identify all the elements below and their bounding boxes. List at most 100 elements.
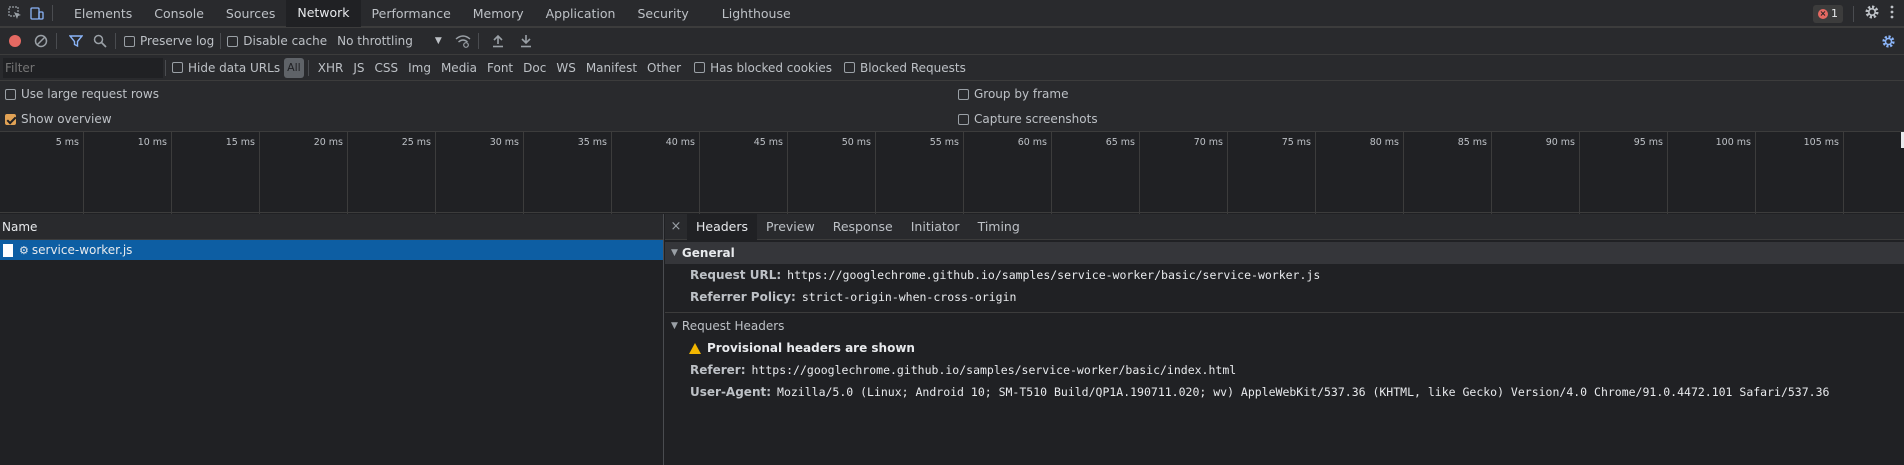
type-filter-manifest[interactable]: Manifest bbox=[581, 59, 642, 77]
type-filter-media[interactable]: Media bbox=[436, 59, 482, 77]
timeline-tick-label: 90 ms bbox=[1545, 137, 1575, 148]
service-worker-icon: ⚙ bbox=[19, 243, 29, 257]
tab-lighthouse[interactable]: Lighthouse bbox=[708, 0, 802, 27]
show-overview-checkbox[interactable]: Show overview bbox=[5, 112, 112, 126]
tab-application[interactable]: Application bbox=[535, 0, 627, 27]
type-filter-doc[interactable]: Doc bbox=[518, 59, 551, 77]
filter-input[interactable] bbox=[3, 57, 163, 78]
network-settings-row: Show overview Capture screenshots bbox=[0, 107, 1904, 131]
timeline-gridline bbox=[259, 132, 260, 214]
timeline-overview[interactable]: 5 ms 10 ms 15 ms 20 ms 25 ms 30 ms 35 ms 40 ms 4… bbox=[0, 131, 1904, 214]
checkbox-box[interactable] bbox=[5, 88, 16, 100]
type-filter-xhr[interactable]: XHR bbox=[313, 59, 349, 77]
toolbar-divider bbox=[220, 33, 222, 49]
request-row[interactable]: ⚙ service-worker.js bbox=[0, 240, 663, 260]
clear-icon[interactable] bbox=[32, 32, 50, 50]
type-filter-js[interactable]: JS bbox=[348, 59, 369, 77]
tab-sources[interactable]: Sources bbox=[215, 0, 286, 27]
type-filter-all[interactable]: All bbox=[284, 57, 304, 78]
checkbox-box[interactable] bbox=[958, 113, 969, 125]
tab-network[interactable]: Network bbox=[286, 0, 361, 27]
tab-preview[interactable]: Preview bbox=[757, 214, 824, 240]
timeline-gridline bbox=[1579, 132, 1580, 214]
network-conditions-icon[interactable] bbox=[454, 32, 472, 50]
checkbox-box[interactable] bbox=[694, 62, 706, 73]
timeline-gridline bbox=[787, 132, 788, 214]
timeline-gridline bbox=[1139, 132, 1140, 214]
toolbar-divider bbox=[56, 33, 57, 49]
hide-data-urls-label: Hide data URLs bbox=[188, 60, 281, 75]
hide-data-urls-checkbox[interactable]: Hide data URLs bbox=[172, 61, 280, 75]
checkbox-box[interactable] bbox=[124, 35, 135, 47]
tab-response[interactable]: Response bbox=[824, 214, 902, 240]
preserve-log-checkbox[interactable]: Preserve log bbox=[124, 34, 214, 48]
throttling-select[interactable]: No throttling ▼ bbox=[337, 34, 442, 48]
tab-memory[interactable]: Memory bbox=[462, 0, 535, 27]
type-filter-ws[interactable]: WS bbox=[551, 59, 580, 77]
checkbox-box[interactable] bbox=[958, 88, 969, 100]
timeline-tick-label: 80 ms bbox=[1369, 137, 1399, 148]
timeline-tick-label: 45 ms bbox=[753, 137, 783, 148]
device-toolbar-icon[interactable] bbox=[28, 4, 46, 22]
request-url-label: Request URL: bbox=[690, 268, 782, 282]
timeline-tick-label: 30 ms bbox=[489, 137, 519, 148]
user-agent-value: Mozilla/5.0 (Linux; Android 10; SM-T510 … bbox=[777, 385, 1830, 399]
general-section-header[interactable]: ▼ General bbox=[665, 242, 1904, 264]
type-filter-css[interactable]: CSS bbox=[369, 59, 403, 77]
expand-triangle-icon: ▼ bbox=[671, 248, 678, 258]
network-settings-gear-icon[interactable] bbox=[1881, 34, 1896, 52]
timeline-tick-label: 60 ms bbox=[1017, 137, 1047, 148]
checkbox-box[interactable] bbox=[5, 113, 16, 125]
timeline-gridline bbox=[523, 132, 524, 214]
request-headers-title: Request Headers bbox=[681, 319, 785, 333]
tab-initiator[interactable]: Initiator bbox=[902, 214, 969, 240]
tab-performance[interactable]: Performance bbox=[361, 0, 462, 27]
referrer-policy-value: strict-origin-when-cross-origin bbox=[801, 290, 1017, 304]
blocked-requests-checkbox[interactable]: Blocked Requests bbox=[843, 60, 966, 75]
blocked-requests-label: Blocked Requests bbox=[859, 60, 966, 75]
provisional-headers-text: Provisional headers are shown bbox=[707, 341, 915, 355]
checkbox-box[interactable] bbox=[172, 62, 183, 73]
request-headers-section-header[interactable]: ▼ Request Headers bbox=[665, 315, 1904, 337]
timeline-gridline bbox=[1667, 132, 1668, 214]
referer-label: Referer: bbox=[690, 363, 746, 377]
settings-gear-icon[interactable] bbox=[1864, 4, 1880, 23]
timeline-gridline bbox=[699, 132, 700, 214]
import-har-icon[interactable] bbox=[489, 32, 507, 50]
timeline-tick-label: 50 ms bbox=[841, 137, 871, 148]
timeline-tick-label: 15 ms bbox=[225, 137, 255, 148]
tab-security[interactable]: Security bbox=[626, 0, 699, 27]
more-options-icon[interactable] bbox=[1890, 5, 1894, 22]
has-blocked-cookies-checkbox[interactable]: Has blocked cookies bbox=[694, 61, 832, 75]
timeline-gridline bbox=[1227, 132, 1228, 214]
panel-tabs: Elements Console Sources Network Perform… bbox=[63, 0, 802, 27]
export-har-icon[interactable] bbox=[517, 32, 535, 50]
type-filter-other[interactable]: Other bbox=[642, 59, 686, 77]
large-request-rows-checkbox[interactable]: Use large request rows bbox=[5, 87, 159, 101]
toolbar-divider bbox=[165, 59, 166, 76]
type-filter-font[interactable]: Font bbox=[482, 59, 518, 77]
search-icon[interactable] bbox=[91, 32, 109, 50]
inspect-element-icon[interactable] bbox=[6, 4, 24, 22]
record-icon[interactable] bbox=[6, 32, 24, 50]
referrer-policy-label: Referrer Policy: bbox=[690, 290, 796, 304]
close-details-icon[interactable]: × bbox=[665, 219, 687, 234]
group-by-frame-checkbox[interactable]: Group by frame bbox=[958, 87, 1068, 101]
tab-timing[interactable]: Timing bbox=[969, 214, 1029, 240]
disable-cache-checkbox[interactable]: Disable cache bbox=[227, 34, 327, 48]
timeline-tick-label: 65 ms bbox=[1105, 137, 1135, 148]
checkbox-box[interactable] bbox=[843, 62, 855, 73]
tab-headers[interactable]: Headers bbox=[687, 213, 758, 240]
error-count-badge[interactable]: × 1 bbox=[1813, 4, 1843, 23]
chevron-down-icon: ▼ bbox=[434, 36, 442, 46]
tab-elements[interactable]: Elements bbox=[63, 0, 143, 27]
type-filter-img[interactable]: Img bbox=[403, 59, 436, 77]
tab-console[interactable]: Console bbox=[143, 0, 215, 27]
filter-icon[interactable] bbox=[67, 32, 85, 50]
timeline-tick-label: 25 ms bbox=[401, 137, 431, 148]
timeline-tick-label: 5 ms bbox=[55, 137, 79, 148]
throttling-value: No throttling bbox=[337, 34, 413, 48]
name-column-header[interactable]: Name bbox=[0, 214, 663, 240]
checkbox-box[interactable] bbox=[227, 35, 239, 47]
capture-screenshots-checkbox[interactable]: Capture screenshots bbox=[958, 112, 1098, 126]
